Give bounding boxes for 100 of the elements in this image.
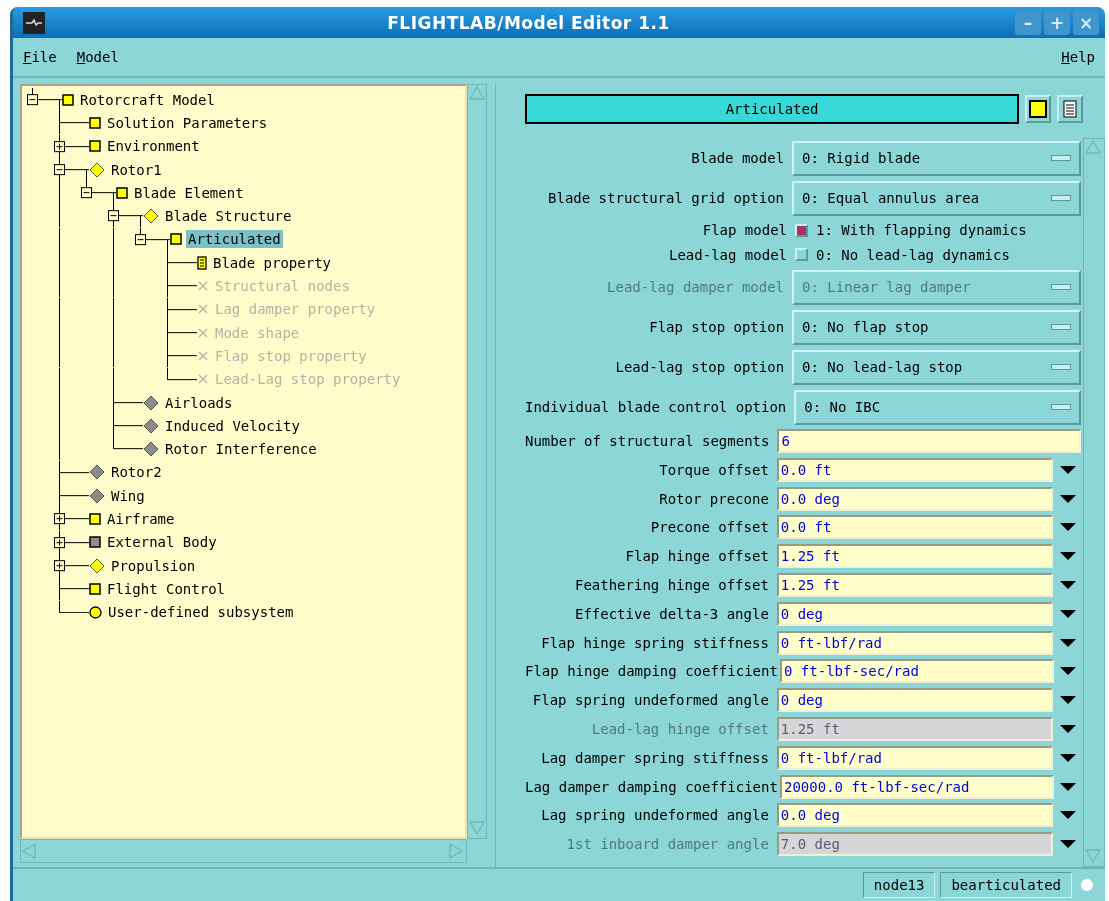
app-logo-icon (23, 11, 45, 34)
tree-item[interactable]: Propulsion (109, 556, 198, 575)
tree-item[interactable]: Environment (105, 137, 202, 156)
menu-item[interactable]: Model (76, 49, 119, 65)
menu-item[interactable]: Help (1061, 49, 1095, 65)
tree-item[interactable]: Blade property (211, 253, 333, 272)
caret-icon (1059, 839, 1078, 850)
tree-item[interactable]: Flight Control (105, 579, 227, 598)
option-indicator-icon (1051, 155, 1071, 161)
caret-icon (1059, 464, 1078, 475)
tree-item[interactable]: Solution Parameters (105, 113, 270, 132)
collapse-toggle[interactable] (27, 94, 38, 106)
option-menu[interactable]: 0: No flap stop (792, 309, 1081, 345)
color-button[interactable] (1025, 95, 1051, 123)
tree-item[interactable]: Wing (109, 486, 147, 505)
field-label: Torque offset (658, 461, 770, 478)
field-label: Flap model (701, 222, 788, 239)
input-field[interactable]: 0.0 ft (776, 515, 1054, 540)
expand-toggle[interactable] (54, 513, 65, 525)
input-field[interactable]: 0 deg (776, 601, 1054, 626)
caret-icon (1059, 493, 1078, 504)
input-field[interactable]: 0 ft-lbf-sec/rad (780, 659, 1054, 684)
checkbox[interactable] (795, 223, 808, 237)
field-label: Lead-lag damper model (606, 279, 786, 295)
caret-icon (1059, 752, 1078, 763)
input-field[interactable]: 0 ft-lbf/rad (776, 630, 1054, 655)
checkbox-label: 1: With flapping dynamics (816, 222, 1027, 239)
tree-item[interactable]: User-defined subsystem (106, 603, 296, 622)
caret-icon (1059, 695, 1078, 706)
notes-button[interactable] (1057, 95, 1083, 123)
tree-item[interactable]: Airframe (105, 510, 177, 528)
field-label: Precone offset (649, 519, 770, 536)
expand-toggle[interactable] (54, 536, 65, 548)
caret-icon (1059, 781, 1078, 792)
collapse-toggle[interactable] (81, 187, 92, 199)
cross-icon (197, 280, 209, 292)
checkbox[interactable] (795, 248, 808, 262)
field-label: Blade model (690, 150, 786, 166)
field-label: Lead-lag stop option (614, 359, 786, 375)
input-field[interactable]: 0.0 deg (776, 803, 1054, 828)
field-label: Blade structural grid option (547, 190, 786, 206)
field-label: Individual blade control option (525, 399, 788, 415)
tree-item[interactable]: Rotorcraft Model (78, 90, 217, 109)
collapse-toggle[interactable] (108, 210, 119, 222)
input-field[interactable]: 0 ft-lbf/rad (776, 745, 1054, 770)
caret-icon (1059, 580, 1078, 591)
field-label: Lag damper spring stiffness (540, 749, 770, 766)
input-field[interactable]: 6 (777, 429, 1081, 454)
expand-toggle[interactable] (54, 560, 65, 572)
cross-icon (197, 349, 209, 362)
tree-item[interactable]: Airloads (163, 393, 235, 412)
square-icon (1029, 100, 1047, 118)
tree-item[interactable]: Rotor1 (109, 160, 164, 179)
option-indicator-icon (1051, 324, 1071, 330)
input-field[interactable]: 0 deg (776, 688, 1054, 713)
cross-icon (197, 373, 209, 386)
collapse-toggle[interactable] (135, 233, 146, 245)
tree-item[interactable]: Blade Structure (163, 207, 294, 226)
input-field[interactable]: 0.0 deg (776, 486, 1054, 511)
collapse-toggle[interactable] (54, 164, 65, 176)
expand-toggle[interactable] (54, 140, 65, 152)
input-field[interactable]: 1.25 ft (776, 573, 1054, 598)
option-menu[interactable]: 0: No IBC (794, 389, 1081, 425)
tree-item[interactable]: Rotor Interference (163, 440, 319, 459)
tree-item[interactable]: Blade Element (132, 183, 246, 202)
input-field[interactable]: 0.0 ft (776, 457, 1054, 482)
input-field[interactable]: 1.25 ft (776, 544, 1054, 569)
option-menu[interactable]: 0: Equal annulus area (792, 180, 1081, 216)
caret-icon (1059, 608, 1078, 619)
field-label: Number of structural segments (525, 433, 771, 450)
document-icon (1063, 100, 1077, 118)
field-label: Flap spring undeformed angle (531, 692, 770, 709)
field-label: Rotor precone (658, 490, 770, 507)
option-indicator-icon (1051, 364, 1071, 370)
status-field: bearticulated (940, 872, 1072, 898)
tree-item[interactable]: External Body (105, 533, 219, 552)
caret-icon (1059, 522, 1078, 533)
status-field: node13 (862, 872, 936, 898)
field-label: Flap hinge spring stiffness (540, 634, 770, 651)
caret-icon (1059, 666, 1078, 677)
tree-item[interactable]: Induced Velocity (163, 416, 302, 435)
section-title: Articulated (525, 94, 1019, 124)
input-field[interactable]: 20000.0 ft-lbf-sec/rad (780, 774, 1054, 799)
option-menu[interactable]: 0: No lead-lag stop (792, 349, 1081, 385)
option-indicator-icon (1051, 195, 1071, 201)
field-label: 1st inboard damper angle (565, 836, 770, 853)
checkbox-label: 0: No lead-lag dynamics (816, 246, 1010, 263)
field-label: Flap stop option (648, 319, 786, 335)
option-menu[interactable]: 0: Rigid blade (792, 140, 1081, 176)
tree-item[interactable]: Articulated (186, 230, 283, 249)
field-label: Effective delta-3 angle (573, 605, 770, 622)
option-indicator-icon (1051, 284, 1071, 290)
field-label: Flap hinge damping coefficient (525, 663, 779, 680)
cross-icon (197, 326, 209, 339)
caret-icon (1059, 724, 1078, 735)
menu-item[interactable]: File (23, 49, 57, 65)
tree-item[interactable]: Rotor2 (109, 463, 164, 482)
field-label: Lead-lag hinge offset (590, 721, 770, 738)
field-label: Lag spring undeformed angle (540, 807, 770, 824)
cross-icon (197, 303, 209, 316)
